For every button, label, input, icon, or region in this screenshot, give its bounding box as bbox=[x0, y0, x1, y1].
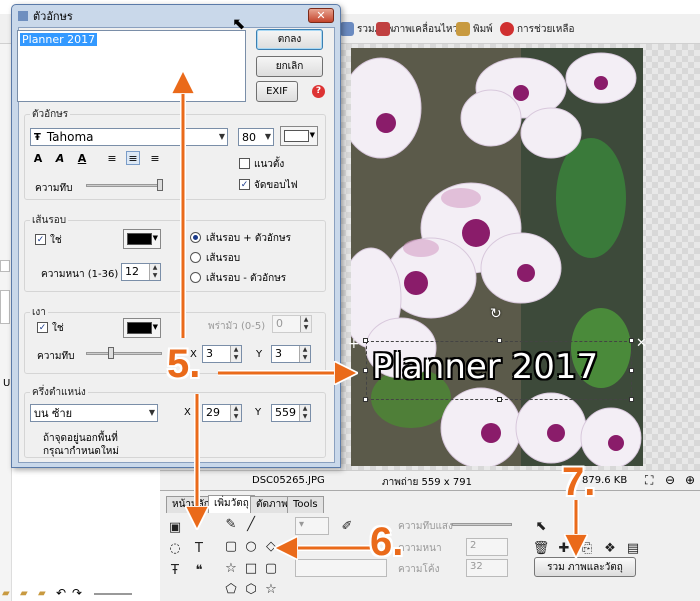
step-6-label: 6. bbox=[370, 520, 404, 564]
step-7-label: 7. bbox=[562, 460, 596, 504]
annotation-arrows bbox=[0, 0, 700, 601]
step-5-label: 5. bbox=[167, 342, 201, 386]
